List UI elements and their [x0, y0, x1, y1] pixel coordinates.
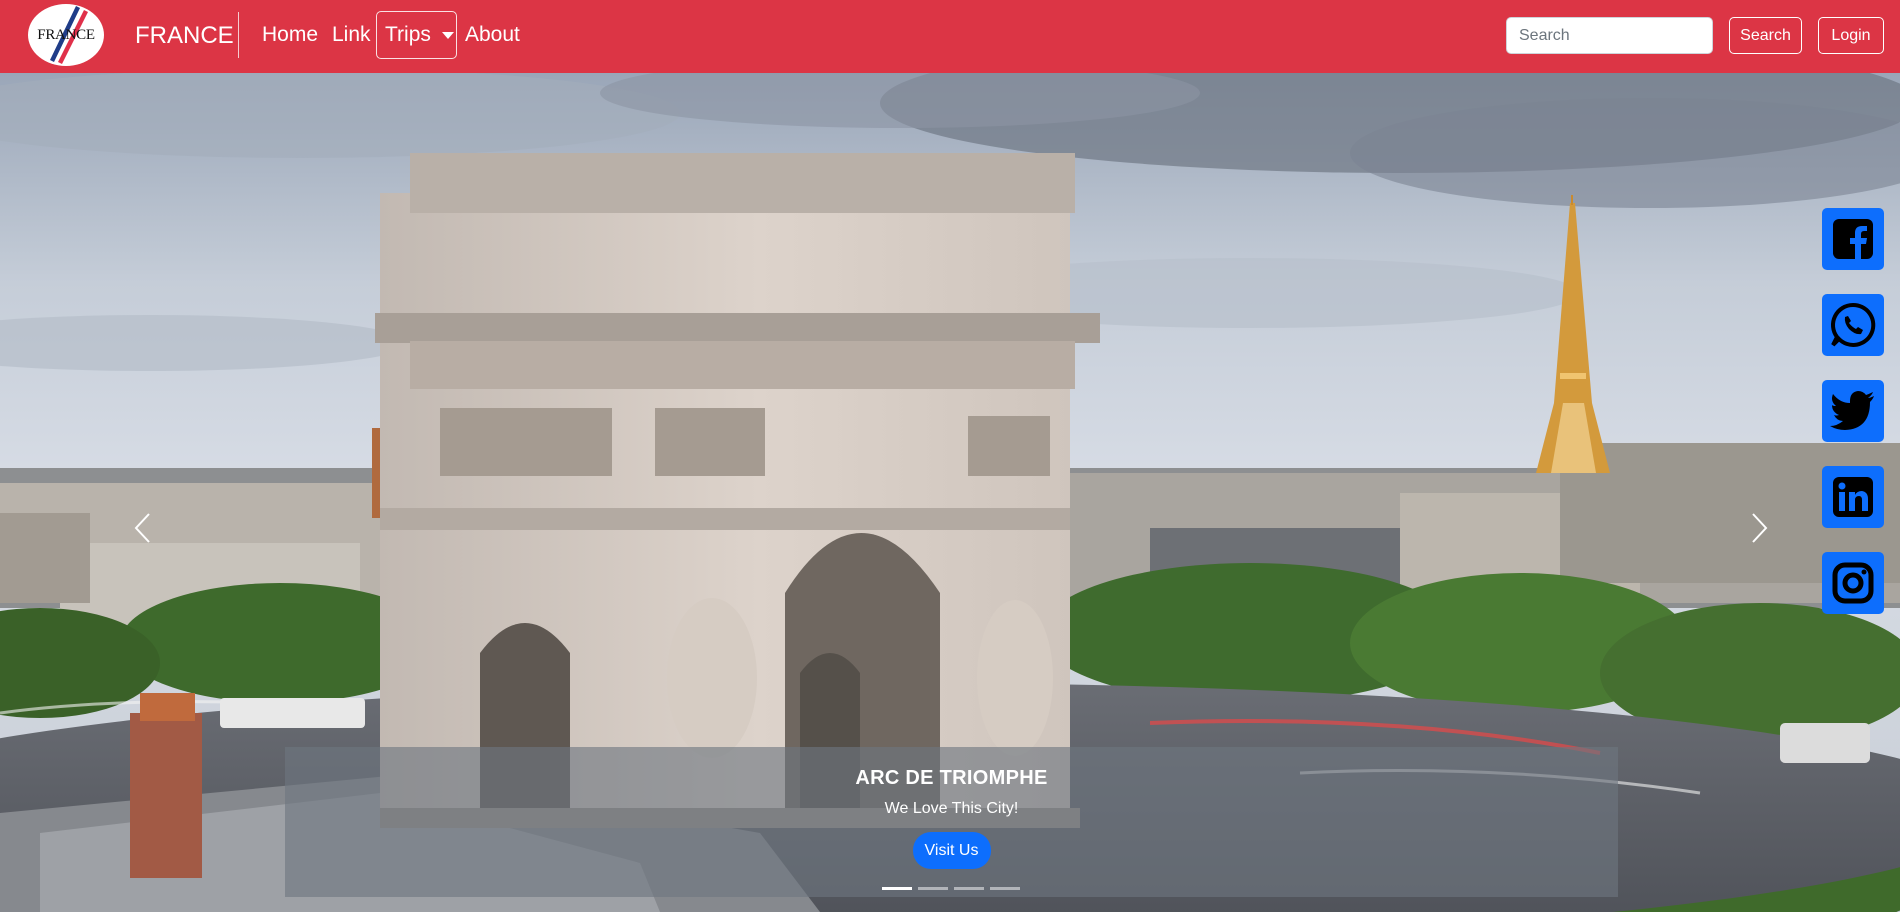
brand-name[interactable]: FRANCE: [135, 22, 234, 50]
nav-about-link[interactable]: About: [465, 23, 520, 47]
chevron-left-icon: [134, 513, 150, 543]
instagram-icon: [1832, 562, 1874, 604]
linkedin-button[interactable]: [1822, 466, 1884, 528]
slide-title: ARC DE TRIOMPHE: [855, 767, 1048, 789]
nav-divider: [238, 12, 239, 58]
search-button[interactable]: Search: [1729, 17, 1802, 54]
carousel-next-button[interactable]: [1740, 503, 1780, 553]
twitter-icon: [1830, 391, 1874, 430]
facebook-button[interactable]: [1822, 208, 1884, 270]
chevron-right-icon: [1752, 513, 1768, 543]
top-navbar: FRANCE FRANCE Home Link Trips About Sear…: [0, 0, 1900, 73]
carousel-indicator-1[interactable]: [882, 887, 912, 890]
carousel-indicator-4[interactable]: [990, 887, 1020, 890]
whatsapp-icon: [1831, 302, 1876, 347]
linkedin-icon: [1833, 477, 1873, 517]
nav-link-link[interactable]: Link: [332, 23, 371, 47]
slide-subtitle: We Love This City!: [884, 800, 1019, 817]
nav-home-link[interactable]: Home: [262, 23, 318, 47]
carousel-caption: ARC DE TRIOMPHE We Love This City! Visit…: [285, 747, 1618, 897]
carousel-indicators: [882, 887, 1020, 890]
hero-carousel: ARC DE TRIOMPHE We Love This City! Visit…: [0, 73, 1900, 912]
instagram-button[interactable]: [1822, 552, 1884, 614]
twitter-button[interactable]: [1822, 380, 1884, 442]
logo-text: FRANCE: [37, 26, 95, 43]
carousel-prev-button[interactable]: [122, 503, 162, 553]
visit-us-button[interactable]: Visit Us: [912, 832, 991, 869]
search-input[interactable]: [1506, 17, 1713, 54]
carousel-indicator-2[interactable]: [918, 887, 948, 890]
login-button[interactable]: Login: [1818, 17, 1884, 54]
france-logo[interactable]: FRANCE: [28, 4, 104, 66]
trips-dropdown-label: Trips: [385, 23, 431, 46]
carousel-indicator-3[interactable]: [954, 887, 984, 890]
caret-down-icon: [441, 31, 454, 39]
whatsapp-button[interactable]: [1822, 294, 1884, 356]
facebook-icon: [1833, 219, 1873, 261]
trips-dropdown-toggle[interactable]: Trips: [376, 11, 457, 59]
